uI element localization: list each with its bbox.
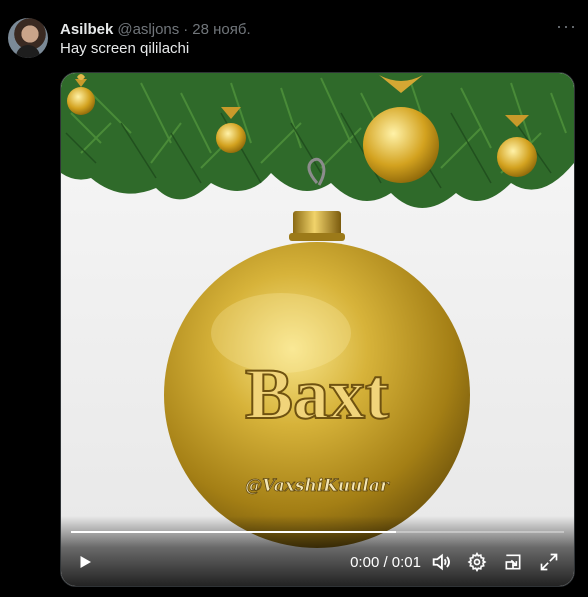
volume-icon[interactable] [429, 550, 453, 574]
video-player[interactable]: Baxt @VaxshiKuular 0:00 / 0:01 [60, 72, 575, 587]
author-name[interactable]: Asilbek [60, 21, 113, 38]
controls-overlay [61, 516, 574, 586]
ornament-signature: @VaxshiKuular [245, 476, 390, 496]
avatar[interactable] [8, 18, 48, 58]
tweet-header: Asilbek @asljons · 28 нояб. [60, 19, 251, 39]
time-display: 0:00 / 0:01 [350, 553, 421, 571]
separator-dot: · [183, 20, 189, 38]
ornament-title: Baxt [245, 354, 389, 434]
picture-in-picture-icon[interactable] [501, 550, 525, 574]
author-handle[interactable]: @asljons [117, 21, 179, 38]
tweet: Asilbek @asljons · 28 нояб. ··· Hay scre… [0, 0, 588, 597]
video-frame: Baxt @VaxshiKuular [61, 73, 574, 586]
progress-fill [71, 531, 397, 533]
play-icon[interactable] [73, 550, 97, 574]
fullscreen-icon[interactable] [537, 550, 561, 574]
tweet-date[interactable]: 28 нояб. [192, 21, 250, 38]
tweet-text: Hay screen qililachi [60, 40, 190, 57]
more-horizontal-icon[interactable]: ··· [556, 17, 576, 37]
settings-icon[interactable] [465, 550, 489, 574]
progress-bar[interactable] [71, 531, 564, 533]
